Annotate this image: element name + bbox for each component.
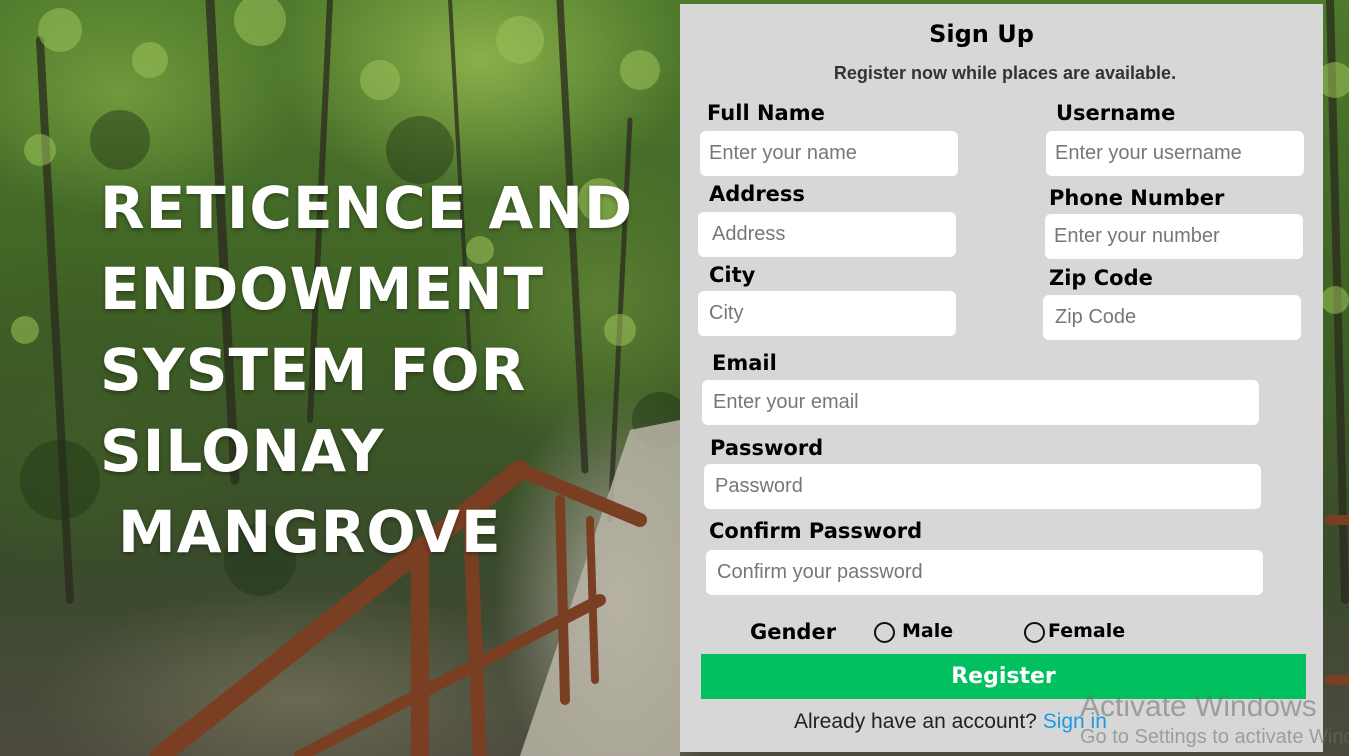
form-title: Sign Up <box>929 20 1034 48</box>
phone-label: Phone Number <box>1049 186 1225 210</box>
signin-prompt: Already have an account? Sign in <box>794 710 1107 734</box>
confirm-password-label: Confirm Password <box>709 519 923 543</box>
confirm-password-input[interactable] <box>706 550 1263 595</box>
signup-panel: Sign Up Register now while places are av… <box>680 4 1323 752</box>
headline-line-3: SYSTEM FOR <box>100 336 527 404</box>
gender-label: Gender <box>750 620 837 644</box>
headline-line-5: MANGROVE <box>118 498 502 566</box>
password-input[interactable] <box>704 464 1261 509</box>
gender-female-label[interactable]: Female <box>1048 620 1125 642</box>
city-input[interactable] <box>698 291 956 336</box>
full-name-input[interactable] <box>700 131 958 176</box>
already-text: Already have an account? <box>794 710 1037 733</box>
email-label: Email <box>712 351 777 375</box>
register-button[interactable]: Register <box>701 654 1306 699</box>
zip-label: Zip Code <box>1049 266 1153 290</box>
gender-row: Gender Male Female <box>680 620 1323 650</box>
gender-female-radio[interactable] <box>1024 622 1045 643</box>
address-input[interactable] <box>698 212 956 257</box>
gender-male-radio[interactable] <box>874 622 895 643</box>
phone-input[interactable] <box>1045 214 1303 259</box>
headline-line-1: RETICENCE AND <box>100 174 634 242</box>
headline-line-4: SILONAY <box>100 417 385 485</box>
address-label: Address <box>709 182 805 206</box>
site-headline: RETICENCE AND ENDOWMENT SYSTEM FOR SILON… <box>100 168 660 573</box>
email-input[interactable] <box>702 380 1259 425</box>
zip-input[interactable] <box>1043 295 1301 340</box>
gender-male-label[interactable]: Male <box>902 620 953 642</box>
form-subtitle: Register now while places are available. <box>833 63 1177 83</box>
signin-link[interactable]: Sign in <box>1043 710 1107 733</box>
city-label: City <box>709 263 756 287</box>
full-name-label: Full Name <box>707 101 825 125</box>
headline-line-2: ENDOWMENT <box>100 255 545 323</box>
username-label: Username <box>1056 101 1176 125</box>
username-input[interactable] <box>1046 131 1304 176</box>
password-label: Password <box>710 436 824 460</box>
